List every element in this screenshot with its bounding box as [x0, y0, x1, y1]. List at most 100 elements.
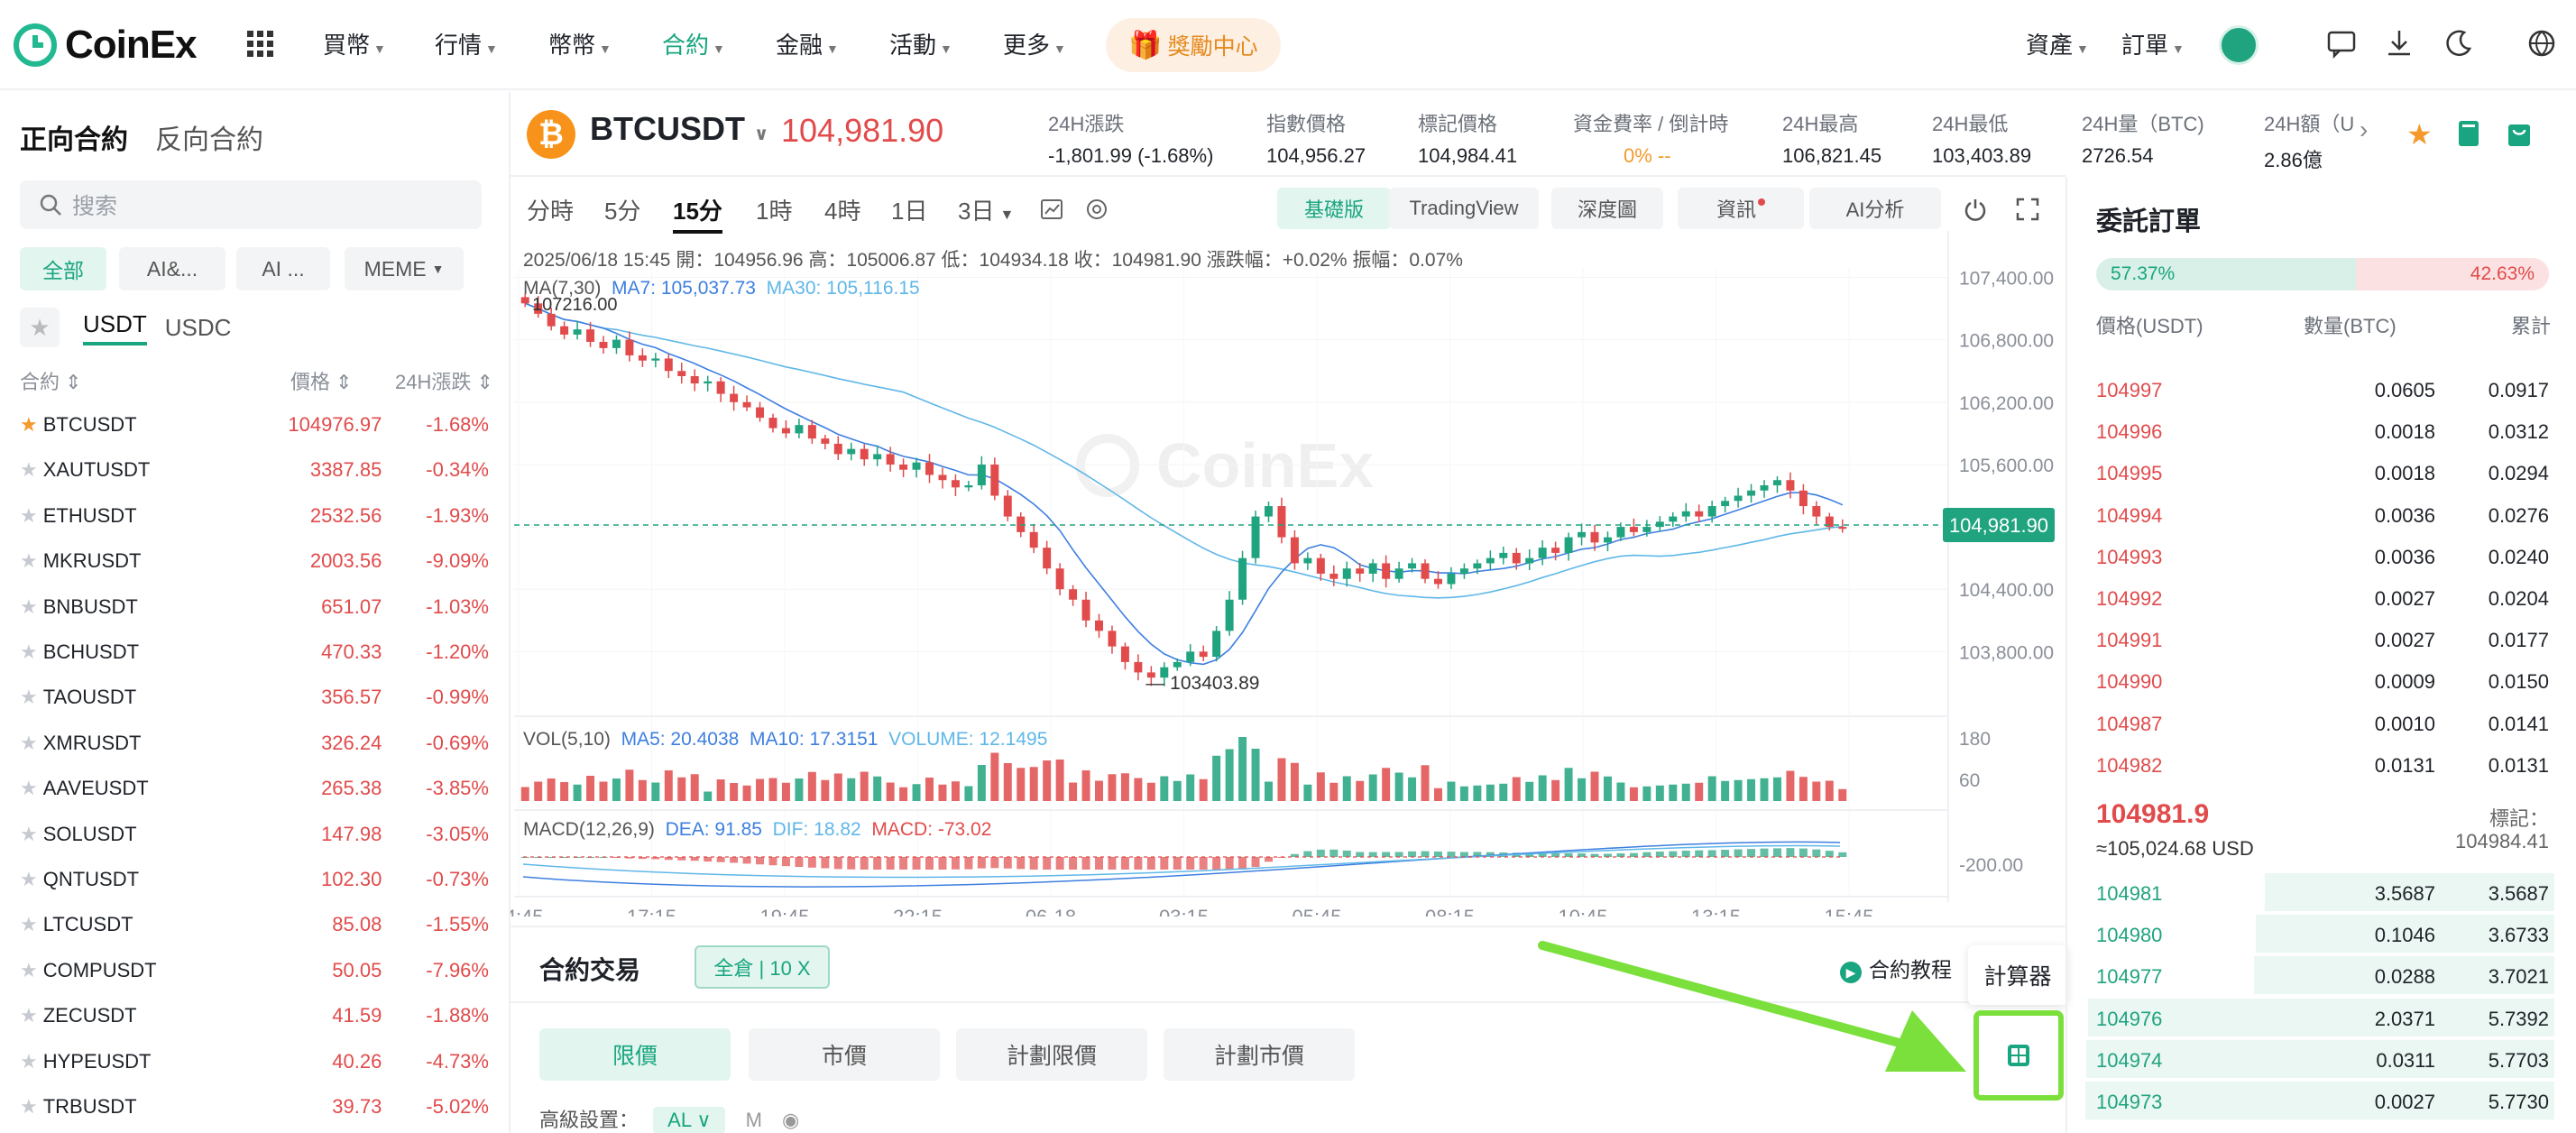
market-row[interactable]: ★ COMPUSDT 50.05 -7.96% [20, 948, 489, 993]
favorite-star-icon[interactable]: ★ [20, 549, 43, 573]
nav-buy-crypto[interactable]: 買幣 ▼ [323, 27, 386, 60]
market-row[interactable]: ★ AAVEUSDT 265.38 -3.85% [20, 766, 489, 811]
tf-1h[interactable]: 1時 [756, 193, 792, 226]
market-row[interactable]: ★ XMRUSDT 326.24 -0.69% [20, 721, 489, 766]
order-type-market[interactable]: 市價 [749, 1028, 940, 1081]
favorite-star-icon[interactable]: ★ [20, 868, 43, 891]
tf-3d-dropdown[interactable]: 3日 ▼ [958, 193, 1014, 226]
view-depth[interactable]: 深度圖 [1551, 188, 1663, 229]
eye-icon[interactable]: ◉ [782, 1109, 799, 1131]
nav-futures[interactable]: 合約 ▼ [662, 27, 725, 60]
price-chart[interactable]: CoinEx 107,400.00 106,800.00 106,200.00 105… [511, 231, 2065, 917]
header-price[interactable]: 價格 ⇕ [290, 366, 353, 395]
view-ai-analysis[interactable]: AI分析 [1809, 188, 1941, 229]
favorite-star-icon[interactable]: ★ [20, 913, 43, 936]
view-tradingview[interactable]: TradingView [1389, 188, 1539, 229]
ask-row[interactable]: 104994 0.0036 0.0276 [2067, 493, 2554, 535]
favorite-star-icon[interactable]: ★ [20, 823, 43, 846]
favorite-star-icon[interactable]: ★ [20, 686, 43, 709]
order-type-limit[interactable]: 限價 [539, 1028, 731, 1081]
bid-row[interactable]: 104981 3.5687 3.5687 [2067, 871, 2554, 913]
tab-usdt[interactable]: USDT [83, 310, 147, 345]
favorite-star-icon[interactable]: ★ [20, 595, 43, 619]
market-row[interactable]: ★ SOLUSDT 147.98 -3.05% [20, 812, 489, 857]
tab-usdc[interactable]: USDC [165, 314, 232, 342]
filter-meme[interactable]: MEME ▼ [345, 247, 464, 290]
apps-grid-icon[interactable] [245, 29, 276, 60]
nav-activities[interactable]: 活動 ▼ [889, 27, 952, 60]
ticker-symbol[interactable]: BTCUSDT ∨ [590, 110, 768, 148]
market-row[interactable]: ★ TRBUSDT 39.73 -5.02% [20, 1084, 489, 1129]
chart-settings-icon[interactable] [1084, 197, 1109, 222]
margin-mode-leverage-button[interactable]: 全倉 | 10 X [695, 945, 830, 989]
filter-all[interactable]: 全部 [20, 247, 106, 290]
market-row[interactable]: ★ TAOUSDT 356.57 -0.99% [20, 675, 489, 720]
bid-row[interactable]: 104974 0.0311 5.7703 [2067, 1038, 2554, 1080]
chevron-right-icon[interactable]: › [2360, 115, 2368, 144]
tf-5m[interactable]: 5分 [604, 193, 640, 226]
market-row[interactable]: ★ BCHUSDT 470.33 -1.20% [20, 630, 489, 675]
download-icon[interactable] [2383, 27, 2415, 60]
nav-assets[interactable]: 資產 ▼ [2026, 27, 2089, 60]
ask-row[interactable]: 104997 0.0605 0.0917 [2067, 368, 2554, 410]
ask-row[interactable]: 104987 0.0010 0.0141 [2067, 702, 2554, 743]
indicator-chart-icon[interactable] [1039, 197, 1064, 222]
notes-book-icon[interactable] [2455, 119, 2482, 148]
nav-spot[interactable]: 幣幣 ▼ [548, 27, 612, 60]
market-row[interactable]: ★ BNBUSDT 651.07 -1.03% [20, 585, 489, 630]
header-contract[interactable]: 合約 ⇕ [20, 366, 82, 395]
coinex-logo[interactable]: CoinEx [13, 20, 198, 70]
tf-4h[interactable]: 4時 [824, 193, 860, 226]
ask-row[interactable]: 104990 0.0009 0.0150 [2067, 659, 2554, 701]
bid-row[interactable]: 104976 2.0371 5.7392 [2067, 997, 2554, 1038]
nav-more[interactable]: 更多 ▼ [1003, 27, 1066, 60]
power-icon[interactable] [1963, 197, 1988, 222]
order-type-trigger-limit[interactable]: 計劃限價 [956, 1028, 1147, 1081]
header-change[interactable]: 24H漲跌 ⇕ [395, 366, 493, 395]
view-news[interactable]: 資訊 [1678, 188, 1804, 229]
reward-center-button[interactable]: 🎁 獎勵中心 [1106, 18, 1281, 72]
view-basic[interactable]: 基礎版 [1277, 188, 1391, 229]
favorite-star-icon[interactable]: ★ [20, 959, 43, 982]
favorite-star-icon[interactable]: ★ [20, 777, 43, 800]
market-row[interactable]: ★ MKRUSDT 2003.56 -9.09% [20, 539, 489, 584]
market-row[interactable]: ★ ZECUSDT 41.59 -1.88% [20, 993, 489, 1038]
message-icon[interactable] [2325, 27, 2358, 60]
bid-row[interactable]: 104980 0.1046 3.6733 [2067, 913, 2554, 954]
favorite-star-icon[interactable]: ★ [2406, 117, 2433, 152]
ask-row[interactable]: 104996 0.0018 0.0312 [2067, 410, 2554, 451]
advanced-m-button[interactable]: M [746, 1109, 762, 1131]
bid-row[interactable]: 104973 0.0027 5.7730 [2067, 1080, 2554, 1121]
tf-1d[interactable]: 1日 [891, 193, 927, 226]
language-globe-icon[interactable] [2525, 27, 2558, 60]
favorite-star-icon[interactable]: ★ [20, 458, 43, 482]
dark-mode-moon-icon[interactable] [2443, 27, 2475, 60]
favorite-star-icon[interactable]: ★ [20, 504, 43, 528]
order-type-trigger-market[interactable]: 計劃市價 [1164, 1028, 1355, 1081]
bag-icon[interactable] [2506, 119, 2533, 148]
market-row[interactable]: ★ ETHUSDT 2532.56 -1.93% [20, 493, 489, 539]
nav-orders[interactable]: 訂單 ▼ [2121, 27, 2185, 60]
market-row[interactable]: ★ HYPEUSDT 40.26 -4.73% [20, 1039, 489, 1084]
favorites-star-icon[interactable]: ★ [20, 308, 60, 347]
favorite-star-icon[interactable]: ★ [20, 1095, 43, 1119]
advanced-al-button[interactable]: AL ∨ [653, 1107, 726, 1133]
fullscreen-icon[interactable] [2015, 197, 2040, 222]
tf-15m[interactable]: 15分 [673, 193, 722, 234]
favorite-star-icon[interactable]: ★ [20, 732, 43, 755]
market-row[interactable]: ★ LTCUSDT 85.08 -1.55% [20, 902, 489, 947]
market-row[interactable]: ★ QNTUSDT 102.30 -0.73% [20, 857, 489, 902]
favorite-star-icon[interactable]: ★ [20, 640, 43, 664]
ask-row[interactable]: 104991 0.0027 0.0177 [2067, 618, 2554, 659]
filter-ai-1[interactable]: AI&... [119, 247, 225, 290]
favorite-star-icon[interactable]: ★ [20, 1004, 43, 1027]
bid-row[interactable]: 104977 0.0288 3.7021 [2067, 954, 2554, 996]
ask-row[interactable]: 104995 0.0018 0.0294 [2067, 451, 2554, 493]
calculator-button[interactable] [1973, 1010, 2064, 1101]
filter-ai-2[interactable]: AI ... [236, 247, 330, 290]
tab-usdt-m-futures[interactable]: 正向合約 [20, 117, 128, 157]
favorite-star-icon[interactable]: ★ [20, 1050, 43, 1073]
nav-finance[interactable]: 金融 ▼ [776, 27, 839, 60]
favorite-star-icon[interactable]: ★ [20, 413, 43, 437]
nav-markets[interactable]: 行情 ▼ [435, 27, 498, 60]
